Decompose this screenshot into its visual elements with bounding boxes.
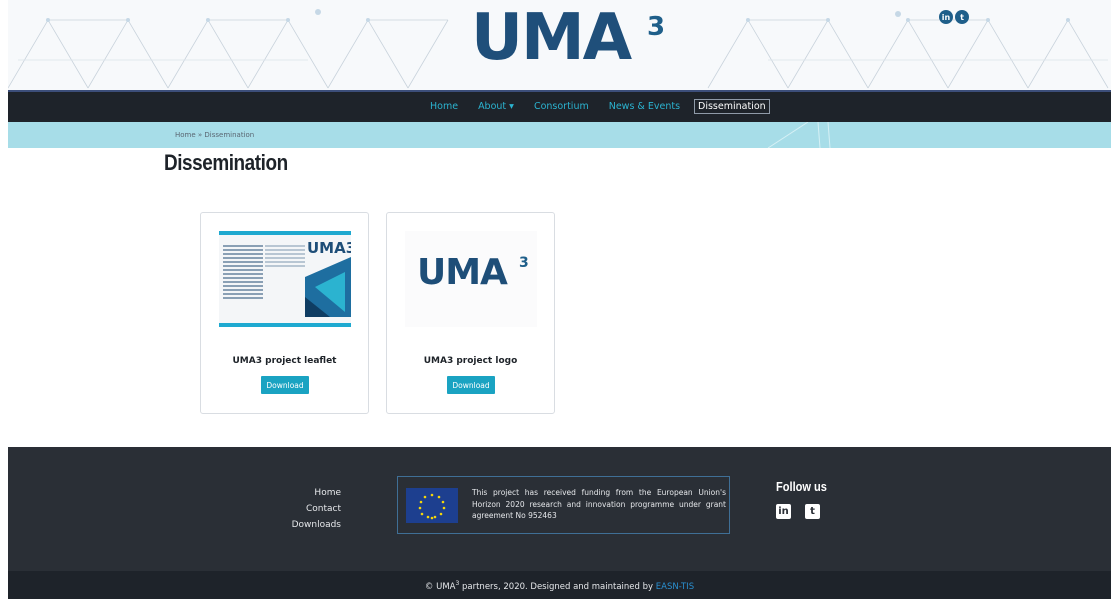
site-logo[interactable]: UMA 3 <box>471 1 671 80</box>
breadcrumb-decoration <box>767 122 831 148</box>
leaflet-logo-text: UMA3 <box>307 239 351 257</box>
copyright-bar: © UMA3 partners, 2020. Designed and main… <box>8 571 1111 599</box>
thumbnail-logo-wordmark: UMA <box>417 252 508 293</box>
nav-item-home[interactable]: Home <box>426 99 462 114</box>
funding-notice: This project has received funding from t… <box>397 476 730 534</box>
page: UMA 3 in t Home About ▾ Consortium News … <box>0 0 1111 599</box>
site-footer: Home Contact Downloads This project has … <box>8 447 1111 571</box>
footer-links: Home Contact Downloads <box>288 485 341 533</box>
eu-flag-icon <box>406 488 458 523</box>
leaflet-column <box>265 245 305 311</box>
page-title: Dissemination <box>164 150 288 175</box>
logo-superscript: 3 <box>647 12 666 42</box>
download-card-logo: UMA 3 UMA3 project logo Download <box>386 212 555 414</box>
footer-link-home[interactable]: Home <box>288 485 341 501</box>
leaflet-cover: UMA3 <box>305 239 351 317</box>
nav-item-news-events[interactable]: News & Events <box>605 99 684 114</box>
site-header: UMA 3 in t <box>8 0 1111 90</box>
leaflet-thumbnail[interactable]: UMA3 <box>219 231 351 327</box>
footer-link-downloads[interactable]: Downloads <box>288 517 341 533</box>
breadcrumb-band: Home » Dissemination <box>8 122 1111 148</box>
twitter-icon[interactable]: t <box>955 10 969 24</box>
leaflet-column <box>223 245 263 311</box>
main-nav: Home About ▾ Consortium News & Events Di… <box>8 90 1111 122</box>
leaflet-bottom-bar <box>219 323 351 327</box>
logo-thumbnail[interactable]: UMA 3 <box>405 231 537 327</box>
footer-social-links: in t <box>776 504 820 519</box>
easn-tis-link[interactable]: EASN-TIS <box>656 582 694 592</box>
header-social-links: in t <box>939 10 969 24</box>
download-button[interactable]: Download <box>447 376 495 394</box>
leaflet-top-bar <box>219 231 351 235</box>
thumbnail-logo-superscript: 3 <box>519 255 529 271</box>
follow-us-heading: Follow us <box>776 479 827 494</box>
footer-link-contact[interactable]: Contact <box>288 501 341 517</box>
linkedin-icon[interactable]: in <box>939 10 953 24</box>
logo-wordmark: UMA <box>471 1 632 75</box>
nav-menu: Home About ▾ Consortium News & Events Di… <box>426 99 782 114</box>
funding-text: This project has received funding from t… <box>472 488 726 520</box>
copyright-text: © UMA3 partners, 2020. Designed and main… <box>424 580 695 592</box>
card-title: UMA3 project logo <box>423 356 518 366</box>
nav-item-consortium[interactable]: Consortium <box>530 99 593 114</box>
twitter-icon[interactable]: t <box>805 504 820 519</box>
download-button[interactable]: Download <box>261 376 309 394</box>
breadcrumb[interactable]: Home » Dissemination <box>175 131 254 139</box>
nav-item-about[interactable]: About ▾ <box>474 99 518 114</box>
linkedin-icon[interactable]: in <box>776 504 791 519</box>
download-card-leaflet: UMA3 UMA3 project leaflet Download <box>200 212 369 414</box>
nav-item-dissemination[interactable]: Dissemination <box>694 99 770 114</box>
card-title: UMA3 project leaflet <box>232 356 337 366</box>
